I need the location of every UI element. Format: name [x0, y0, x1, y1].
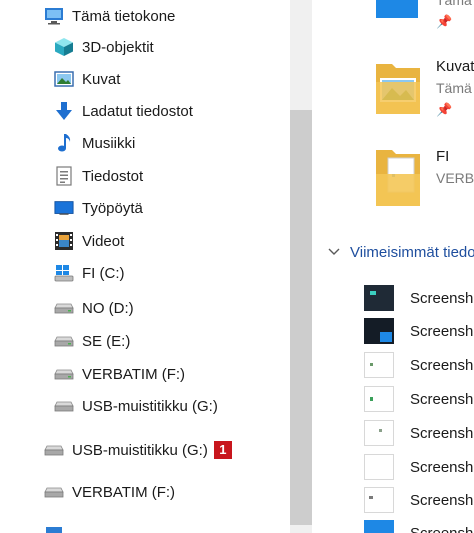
nav-item-label: Musiikki — [82, 134, 136, 152]
recent-file-row[interactable]: Screenshot — [364, 384, 474, 414]
nav-scrollbar[interactable] — [290, 0, 312, 533]
nav-item-label: USB-muistitikku (G:) — [82, 397, 218, 415]
windows-drive-icon — [54, 263, 74, 283]
nav-item-label: Kuvat — [82, 70, 121, 88]
drive-icon — [54, 331, 74, 351]
nav-item-label: 3D-objektit — [82, 38, 154, 56]
nav-item-label: Työpöytä — [82, 199, 143, 217]
pin-icon: 📌 — [436, 102, 453, 117]
nav-scrollbar-thumb[interactable] — [290, 110, 312, 525]
file-name: Screenshot — [410, 491, 474, 509]
nav-item-label: FI (C:) — [82, 264, 125, 282]
nav-item-label: Tiedostot — [82, 167, 144, 185]
recent-file-row[interactable]: Screenshot — [364, 350, 474, 380]
file-name: Screenshot — [410, 424, 474, 442]
navigation-pane: Tämä tietokone 3D-objektit Kuvat Ladatut… — [0, 0, 290, 533]
documents-icon — [54, 166, 74, 186]
usb-drive-icon — [44, 440, 64, 460]
nav-item-label: SE (E:) — [82, 332, 131, 350]
download-arrow-icon — [54, 101, 74, 121]
recent-file-row[interactable]: Screenshot — [364, 518, 474, 533]
cube-3d-icon — [54, 37, 74, 57]
nav-item-label: VERBATIM (F:) — [82, 365, 186, 383]
nav-item-this-pc[interactable]: Tämä tietokone — [0, 2, 334, 30]
nav-item-label: Ladatut tiedostot — [82, 102, 193, 120]
folder-location: Tämä — [436, 0, 472, 8]
file-thumbnail — [364, 352, 394, 378]
usb-drive-icon — [44, 482, 64, 502]
recent-file-row[interactable]: Screenshot — [364, 283, 474, 313]
content-pane: Tämä 📌 Kuvat Tämä 📌 FI VERB Viimeisimmät… — [312, 0, 474, 533]
folder-icon[interactable] — [374, 144, 424, 210]
desktop-icon — [54, 198, 74, 218]
nav-item-label: USB-muistitikku (G:) — [72, 441, 208, 459]
nav-item-label: VERBATIM (F:) — [72, 483, 176, 501]
partial-drive-icon — [44, 524, 64, 533]
file-thumbnail — [364, 520, 394, 533]
pictures-icon — [54, 69, 74, 89]
film-strip-icon — [54, 231, 74, 251]
usb-drive-icon — [54, 396, 74, 416]
chevron-down-icon — [328, 247, 340, 259]
recent-file-row[interactable]: Screenshot — [364, 452, 474, 482]
folder-icon[interactable] — [374, 58, 424, 120]
recent-file-row[interactable]: Screenshot — [364, 418, 474, 448]
file-name: Screenshot — [410, 289, 474, 307]
folder-name[interactable]: Kuvat — [436, 58, 474, 75]
pin-icon: 📌 — [436, 14, 453, 29]
music-note-icon — [54, 133, 74, 153]
computer-icon — [44, 6, 64, 26]
file-thumbnail — [364, 487, 394, 513]
folder-name[interactable]: FI — [436, 148, 449, 165]
nav-root-verbatim-f[interactable]: VERBATIM (F:) — [0, 478, 334, 506]
callout-number-badge: 1 — [213, 441, 232, 459]
file-name: Screenshot — [410, 356, 474, 374]
folder-tile-partial[interactable] — [374, 0, 424, 20]
file-name: Screenshot — [410, 524, 474, 533]
file-thumbnail — [364, 454, 394, 480]
recent-file-row[interactable]: Screenshot — [364, 485, 474, 515]
file-thumbnail — [364, 318, 394, 344]
file-name: Screenshot — [410, 390, 474, 408]
nav-root-usb-drive-g[interactable]: USB-muistitikku (G:) 1 — [0, 436, 334, 464]
file-explorer-window: Tämä tietokone 3D-objektit Kuvat Ladatut… — [0, 0, 474, 533]
recent-file-row[interactable]: Screenshot — [364, 316, 474, 346]
drive-icon — [54, 298, 74, 318]
folder-location: Tämä — [436, 80, 472, 96]
nav-item-label: Videot — [82, 232, 125, 250]
drive-icon — [54, 364, 74, 384]
recent-files-section-header[interactable]: Viimeisimmät tiedostot — [328, 244, 474, 261]
nav-item-label: Tämä tietokone — [72, 7, 176, 25]
folder-location: VERB — [436, 170, 474, 186]
file-name: Screenshot — [410, 458, 474, 476]
file-thumbnail — [364, 285, 394, 311]
nav-item-label: NO (D:) — [82, 299, 134, 317]
file-thumbnail — [364, 386, 394, 412]
file-name: Screenshot — [410, 322, 474, 340]
file-thumbnail — [364, 420, 394, 446]
section-title: Viimeisimmät tiedostot — [350, 244, 474, 261]
